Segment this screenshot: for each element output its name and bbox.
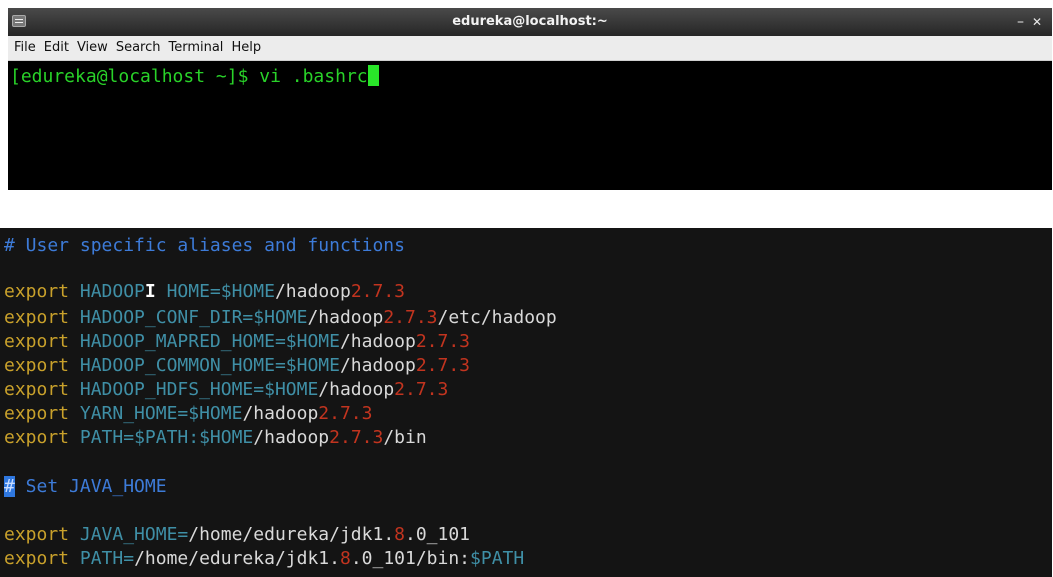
path: .0_101/bin: <box>350 548 471 569</box>
env-ref: $HOME <box>220 281 275 302</box>
path: /hadoop <box>339 355 416 376</box>
keyword: export <box>4 355 70 376</box>
menu-file[interactable]: File <box>8 36 40 60</box>
keyword: export <box>4 427 70 448</box>
env-ref: $HOME <box>285 355 340 376</box>
version: 8 <box>394 524 405 545</box>
title-bar[interactable]: edureka@localhost:~ – ✕ <box>8 8 1052 36</box>
keyword: export <box>4 548 70 569</box>
env-ref: $HOME <box>264 379 319 400</box>
variable: HADOOP_COMMON_HOME= <box>79 355 286 376</box>
vi-cursor: # <box>4 476 15 497</box>
version: 2.7.3 <box>383 307 438 328</box>
version: 2.7.3 <box>329 427 384 448</box>
menu-view[interactable]: View <box>73 36 112 60</box>
env-ref: $HOME <box>253 307 308 328</box>
menu-help[interactable]: Help <box>227 36 265 60</box>
version: 2.7.3 <box>415 331 471 352</box>
variable: PATH= <box>79 548 135 569</box>
version: 8 <box>339 548 351 569</box>
variable: JAVA_HOME= <box>79 524 189 545</box>
variable: HADOOP_CONF_DIR= <box>79 307 254 328</box>
path-suffix: /bin <box>383 427 427 448</box>
code-line: export HADOOP_MAPRED_HOME=$HOME/hadoop2.… <box>4 331 470 353</box>
text-cursor-icon: I <box>144 281 156 302</box>
shell-prompt: [edureka@localhost ~]$ <box>10 66 260 87</box>
comment-text: Set JAVA_HOME <box>14 476 167 497</box>
variable: PATH= <box>79 427 135 448</box>
env-ref: $HOME <box>188 403 243 424</box>
comment-java: # Set JAVA_HOME <box>4 476 167 498</box>
path: /hadoop <box>253 427 330 448</box>
minimize-button[interactable]: – <box>1017 8 1024 36</box>
menu-terminal[interactable]: Terminal <box>164 36 227 60</box>
terminal-cursor <box>367 65 379 86</box>
variable: HADOOP <box>79 281 145 302</box>
version: 2.7.3 <box>415 355 471 376</box>
version: 2.7.3 <box>350 281 406 302</box>
keyword: export <box>4 403 70 424</box>
keyword: export <box>4 524 70 545</box>
terminal-output[interactable]: [edureka@localhost ~]$ vi .bashrc <box>8 61 1052 190</box>
menu-search[interactable]: Search <box>112 36 165 60</box>
code-line: export PATH=$PATH:$HOME/hadoop2.7.3/bin <box>4 427 427 449</box>
close-button[interactable]: ✕ <box>1032 8 1042 36</box>
variable: HOME= <box>155 281 221 302</box>
path: /hadoop <box>339 331 416 352</box>
shell-command: vi .bashrc <box>259 66 368 87</box>
code-line: export HADOOP_HDFS_HOME=$HOME/hadoop2.7.… <box>4 379 448 401</box>
path: /hadoop <box>242 403 319 424</box>
path: .0_101 <box>405 524 471 545</box>
env-ref: $HOME <box>285 331 340 352</box>
version: 2.7.3 <box>394 379 449 400</box>
comment-aliases: # User specific aliases and functions <box>4 235 405 256</box>
variable: HADOOP_HDFS_HOME= <box>79 379 265 400</box>
keyword: export <box>4 281 70 302</box>
variable: HADOOP_MAPRED_HOME= <box>79 331 286 352</box>
path: /hadoop <box>318 379 395 400</box>
code-line: export HADOOP_COMMON_HOME=$HOME/hadoop2.… <box>4 355 470 377</box>
version: 2.7.3 <box>318 403 373 424</box>
variable: YARN_HOME= <box>79 403 189 424</box>
menu-bar: File Edit View Search Terminal Help <box>8 36 1052 61</box>
window-menu-icon[interactable] <box>12 15 26 27</box>
path: /hadoop <box>307 307 384 328</box>
keyword: export <box>4 307 70 328</box>
code-line: export HADOOP_CONF_DIR=$HOME/hadoop2.7.3… <box>4 307 557 329</box>
code-line: export HADOOPI HOME=$HOME/hadoop2.7.3 <box>4 281 405 303</box>
terminal-window[interactable]: edureka@localhost:~ – ✕ File Edit View Sear… <box>8 8 1052 190</box>
path: /home/edureka/jdk1. <box>188 524 395 545</box>
code-line: export PATH=/home/edureka/jdk1.8.0_101/b… <box>4 548 524 570</box>
code-line: export JAVA_HOME=/home/edureka/jdk1.8.0_… <box>4 524 470 546</box>
path: /home/edureka/jdk1. <box>134 548 340 569</box>
env-ref: $PATH <box>470 548 525 569</box>
keyword: export <box>4 331 70 352</box>
menu-edit[interactable]: Edit <box>40 36 73 60</box>
keyword: export <box>4 379 70 400</box>
code-line: export YARN_HOME=$HOME/hadoop2.7.3 <box>4 403 372 425</box>
path: /hadoop <box>274 281 351 302</box>
path-suffix: /etc/hadoop <box>437 307 557 328</box>
env-ref: $PATH:$HOME <box>134 427 254 448</box>
window-title: edureka@localhost:~ <box>452 14 608 29</box>
vi-editor[interactable]: # User specific aliases and functions ex… <box>0 228 1052 577</box>
